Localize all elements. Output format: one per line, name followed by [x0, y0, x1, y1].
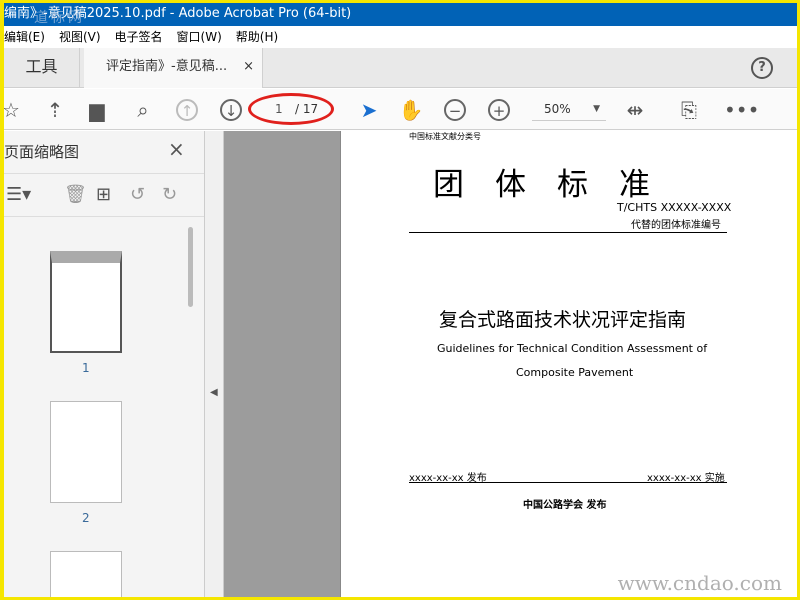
thumbnail-label: 2 — [82, 511, 90, 525]
close-tab-icon[interactable]: × — [243, 48, 254, 86]
document-background — [224, 131, 340, 597]
zoom-in-icon[interactable]: + — [488, 99, 510, 121]
search-icon[interactable]: ⌕ — [130, 97, 156, 123]
title-bar: 编南》-意见稿2025.10.pdf - Adobe Acrobat Pro (… — [4, 3, 797, 26]
options-menu-icon[interactable]: ☰▾ — [6, 184, 31, 205]
acrobat-window: 编南》-意见稿2025.10.pdf - Adobe Acrobat Pro (… — [4, 3, 797, 597]
zoom-value: 50% — [544, 102, 571, 116]
page-number-field[interactable]: 1 / 17 — [248, 93, 334, 125]
next-page-icon[interactable]: ↓ — [220, 99, 242, 121]
insert-page-icon[interactable]: ⊞ — [96, 184, 111, 205]
thumbnail-panel: 页面缩略图 × ☰▾ 🗑 ⊞ ↺ ↻ 1 2 — [4, 131, 205, 597]
zoom-select[interactable]: 50% ▼ — [532, 97, 606, 121]
title-english-line1: Guidelines for Technical Condition Asses… — [437, 342, 708, 355]
page-thumbnail-1[interactable] — [50, 251, 122, 353]
rotate-ccw-icon[interactable]: ↺ — [130, 184, 145, 205]
select-cursor-icon[interactable]: ➤ — [356, 97, 382, 123]
star-icon[interactable]: ☆ — [4, 97, 24, 123]
chevron-down-icon: ▼ — [593, 104, 600, 114]
fit-page-icon[interactable]: ⇹ — [622, 97, 648, 123]
scrollbar[interactable] — [188, 227, 193, 307]
doc-heading: 团 体 标 准 — [433, 167, 650, 203]
previous-page-icon[interactable]: ↑ — [176, 99, 198, 121]
current-page-input[interactable]: 1 — [275, 96, 283, 122]
menu-window[interactable]: 窗口(W) — [177, 26, 222, 48]
page-thumbnail-2[interactable] — [50, 401, 122, 503]
toolbar: ☆ ⇡ ▆ ⌕ ↑ ↓ 1 / 17 ➤ ✋ − + 50% ▼ ⇹ ⎘ ••• — [4, 89, 797, 130]
replaces-label: 代替的团体标准编号 — [631, 220, 721, 231]
site-watermark: www.cndao.com — [617, 571, 782, 595]
title-english-line2: Composite Pavement — [516, 366, 634, 379]
classification-label: 中国标准文献分类号 — [409, 132, 481, 141]
divider — [409, 232, 727, 233]
menu-edit[interactable]: 编辑(E) — [4, 26, 45, 48]
menu-esign[interactable]: 电子签名 — [115, 26, 163, 48]
standard-code: T/CHTS XXXXX-XXXX — [617, 201, 732, 214]
tab-tools[interactable]: 工具 — [4, 48, 80, 88]
delete-icon[interactable]: 🗑 — [64, 184, 87, 205]
menu-help[interactable]: 帮助(H) — [236, 26, 278, 48]
rotate-cw-icon[interactable]: ↻ — [162, 184, 177, 205]
chevron-left-icon: ◀ — [210, 387, 218, 398]
menu-view[interactable]: 视图(V) — [59, 26, 101, 48]
scroll-mode-icon[interactable]: ⎘ — [676, 97, 702, 123]
hand-tool-icon[interactable]: ✋ — [398, 97, 424, 123]
help-icon[interactable]: ? — [751, 57, 773, 79]
more-icon[interactable]: ••• — [724, 97, 759, 123]
page-thumbnail-3[interactable] — [50, 551, 122, 597]
tab-document-label: 评定指南》-意见稿... — [106, 59, 228, 74]
panel-toolbar: ☰▾ 🗑 ⊞ ↺ ↻ — [4, 173, 204, 217]
total-pages: / 17 — [295, 102, 319, 116]
pdf-page: 中国标准文献分类号 团 体 标 准 T/CHTS XXXXX-XXXX 代替的团… — [340, 131, 792, 597]
panel-title: 页面缩略图 — [4, 143, 80, 161]
menu-bar: 编辑(E) 视图(V) 电子签名 窗口(W) 帮助(H) — [4, 26, 797, 48]
tab-document[interactable]: 评定指南》-意见稿... × — [84, 48, 263, 88]
collapse-panel-button[interactable]: ◀ — [205, 131, 224, 597]
tab-row: 工具 评定指南》-意见稿... × ? — [4, 48, 797, 88]
publisher: 中国公路学会 发布 — [523, 500, 607, 511]
zoom-out-icon[interactable]: − — [444, 99, 466, 121]
thumbnail-label: 1 — [82, 361, 90, 375]
divider — [409, 482, 727, 483]
upload-cloud-icon[interactable]: ⇡ — [42, 97, 68, 123]
close-panel-icon[interactable]: × — [168, 137, 185, 161]
print-icon[interactable]: ▆ — [84, 97, 110, 123]
title-chinese: 复合式路面技术状况评定指南 — [439, 309, 687, 331]
